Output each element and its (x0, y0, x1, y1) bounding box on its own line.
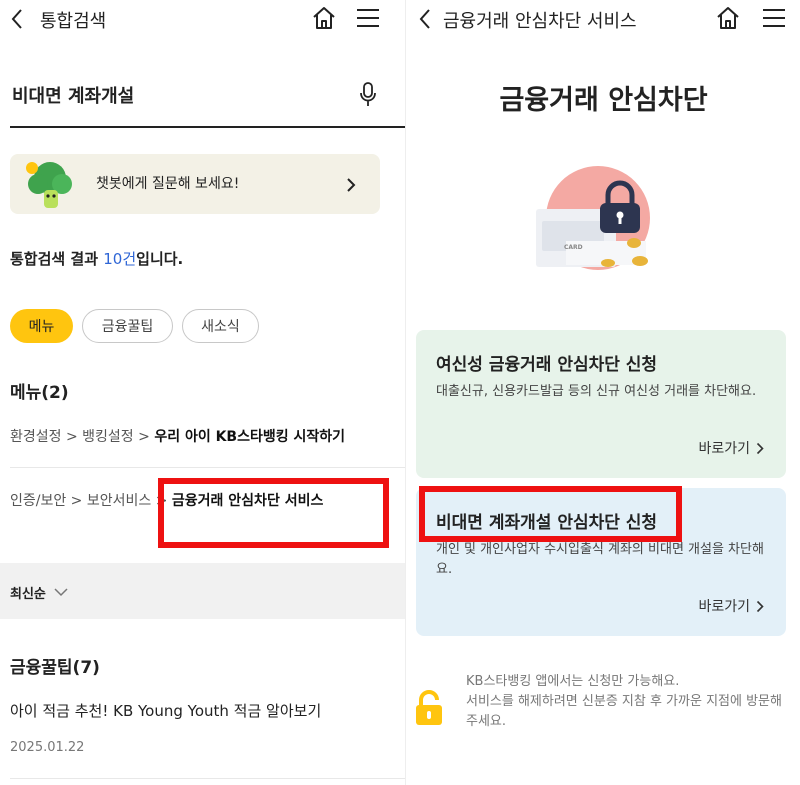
menu-result-item[interactable]: 환경설정 > 뱅킹설정 > 우리 아이 KB스타뱅킹 시작하기 (10, 426, 345, 446)
header-title: 통합검색 (40, 11, 107, 32)
back-arrow-icon (419, 9, 430, 29)
highlight-box (158, 478, 389, 548)
sort-dropdown[interactable]: 최신순 (10, 583, 68, 602)
hamburger-menu-icon (357, 9, 379, 27)
result-suffix: 입니다. (136, 250, 184, 268)
card-description: 대출신규, 신용카드발급 등의 신규 여신성 거래를 차단해요. (436, 384, 757, 399)
safe-block-service-screen: 금융거래 안심차단 서비스 금융거래 안심차단 CARD 여신성 금융거래 안심… (405, 0, 800, 785)
back-button[interactable] (4, 6, 30, 32)
card-label: CARD (564, 244, 583, 251)
menu-path: 환경설정 > 뱅킹설정 > (10, 429, 155, 445)
chevron-down-icon (54, 588, 68, 597)
sort-label: 최신순 (10, 587, 46, 602)
chevron-right-icon (756, 600, 764, 612)
home-button[interactable] (310, 4, 338, 32)
chatbot-text: 챗봇에게 질문해 보세요! (96, 176, 240, 192)
chip-finance-tips[interactable]: 금융꿀팁 (82, 309, 173, 343)
menu-section-title: 메뉴(2) (10, 383, 69, 403)
tip-item-date: 2025.01.22 (10, 740, 85, 755)
tip-item-title[interactable]: 아이 적금 추천! KB Young Youth 적금 알아보기 (10, 700, 321, 721)
sort-bar: 최신순 (0, 563, 405, 619)
app-screens: 통합검색 비대면 계좌개설 챗봇에게 질문해 보세요! 통합검색 결과 10건입… (0, 0, 800, 785)
tips-section-title: 금융꿀팁(7) (10, 658, 100, 678)
back-button[interactable] (412, 6, 438, 32)
notice-line: 서비스를 해제하려면 신분증 지참 후 가까운 지점에 방문해주세요. (466, 694, 782, 729)
search-underline (10, 126, 405, 128)
menu-button[interactable] (760, 6, 788, 30)
back-arrow-icon (11, 9, 22, 29)
divider (10, 778, 405, 779)
result-prefix: 통합검색 결과 (10, 250, 104, 268)
home-icon (313, 7, 335, 29)
card-title: 여신성 금융거래 안심차단 신청 (436, 355, 658, 375)
shortcut-label: 바로가기 (698, 441, 750, 457)
search-input[interactable]: 비대면 계좌개설 (12, 82, 134, 108)
shortcut-link[interactable]: 바로가기 (698, 438, 764, 458)
highlight-box (419, 486, 682, 542)
menu-button[interactable] (354, 6, 382, 30)
shortcut-label: 바로가기 (698, 599, 750, 615)
menu-target: 우리 아이 KB스타뱅킹 시작하기 (154, 429, 346, 445)
chatbot-banner[interactable]: 챗봇에게 질문해 보세요! (10, 154, 380, 214)
chevron-right-icon (756, 442, 764, 454)
chip-news[interactable]: 새소식 (182, 309, 259, 343)
credit-block-card[interactable]: 여신성 금융거래 안심차단 신청 대출신규, 신용카드발급 등의 신규 여신성 … (416, 330, 786, 478)
chatbot-character-icon (26, 162, 72, 208)
shortcut-link[interactable]: 바로가기 (698, 596, 764, 616)
home-button[interactable] (714, 4, 742, 32)
page-title: 금융거래 안심차단 (499, 85, 708, 116)
divider (10, 467, 405, 468)
chevron-right-icon (347, 178, 356, 192)
header-title: 금융거래 안심차단 서비스 (443, 11, 637, 32)
lock-icon (416, 690, 442, 725)
search-results-screen: 통합검색 비대면 계좌개설 챗봇에게 질문해 보세요! 통합검색 결과 10건입… (0, 0, 405, 785)
result-count: 10건 (103, 250, 137, 268)
microphone-icon (360, 82, 376, 106)
hamburger-menu-icon (763, 9, 785, 27)
notice-text: KB스타뱅킹 앱에서는 신청만 가능해요. 서비스를 해제하려면 신분증 지참 … (466, 672, 786, 732)
lock-illustration: CARD (536, 166, 650, 270)
result-summary: 통합검색 결과 10건입니다. (10, 248, 183, 269)
voice-search-button[interactable] (356, 80, 380, 108)
card-description: 개인 및 개인사업자 수시입출식 계좌의 비대면 개설을 차단해요. (436, 542, 764, 577)
notice-line: KB스타뱅킹 앱에서는 신청만 가능해요. (466, 674, 680, 689)
menu-path: 인증/보안 > 보안서비스 > (10, 493, 172, 509)
home-icon (717, 7, 739, 29)
chip-menu[interactable]: 메뉴 (10, 309, 73, 343)
